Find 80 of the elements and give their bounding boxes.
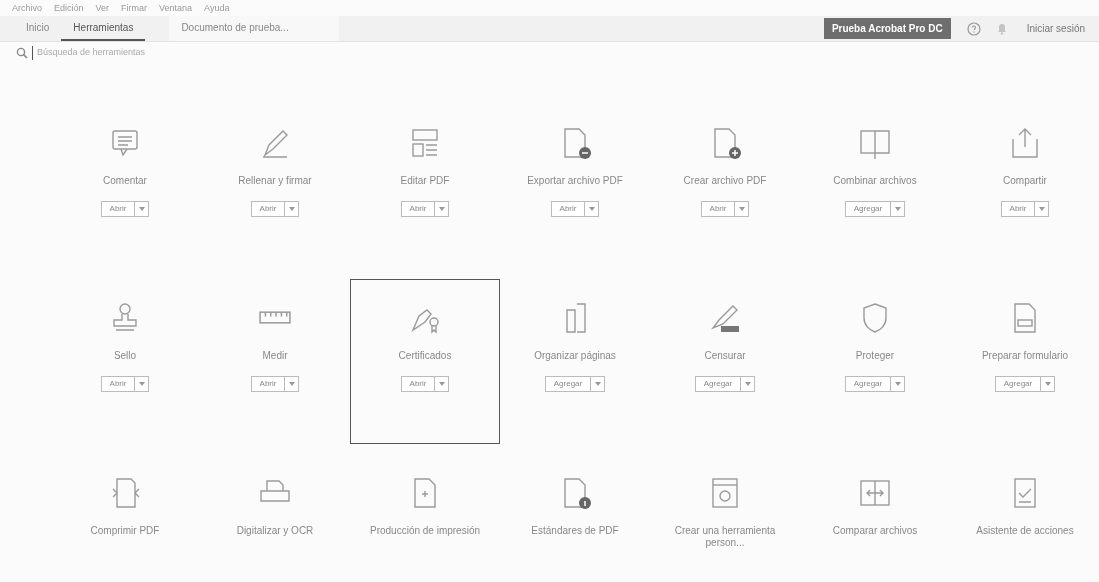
open-button[interactable]: Abrir	[400, 201, 436, 217]
dropdown-button[interactable]	[435, 376, 450, 392]
open-button[interactable]: Abrir	[100, 376, 136, 392]
dropdown-button[interactable]	[285, 376, 300, 392]
tool-label[interactable]: Comentar	[65, 175, 185, 187]
dropdown-button[interactable]	[741, 376, 756, 392]
caret-icon	[138, 207, 145, 211]
dropdown-button[interactable]	[1041, 376, 1056, 392]
caret-icon	[894, 207, 901, 211]
open-button[interactable]: Agregar	[844, 376, 892, 392]
dropdown-button[interactable]	[891, 376, 906, 392]
search-icon	[16, 47, 28, 59]
tool-label[interactable]: Certificados	[365, 350, 485, 362]
open-button[interactable]: Abrir	[700, 201, 736, 217]
tool-label[interactable]: Asistente de acciones	[965, 525, 1085, 537]
tool-label[interactable]: Editar PDF	[365, 175, 485, 187]
caret-icon	[744, 382, 751, 386]
tool-label[interactable]: Censurar	[665, 350, 785, 362]
tool-label[interactable]: Preparar formulario	[965, 350, 1085, 362]
open-button[interactable]: Abrir	[250, 376, 286, 392]
open-button[interactable]: Agregar	[694, 376, 742, 392]
dropdown-button[interactable]	[435, 201, 450, 217]
caret-icon	[894, 382, 901, 386]
caret-icon	[738, 207, 745, 211]
caret-icon	[138, 382, 145, 386]
dropdown-button[interactable]	[285, 201, 300, 217]
dropdown-button[interactable]	[891, 201, 906, 217]
tab[interactable]: Herramientas	[61, 16, 146, 41]
caret-icon	[1038, 207, 1045, 211]
open-button[interactable]: Agregar	[994, 376, 1042, 392]
tool-label[interactable]: Comparar archivos	[815, 525, 935, 537]
menu-item[interactable]: Ayuda	[204, 2, 230, 16]
search-field[interactable]: Búsqueda de herramientas	[32, 46, 232, 60]
caret-icon	[438, 207, 445, 211]
tool-label[interactable]: Exportar archivo PDF	[515, 175, 635, 187]
tool-label[interactable]: Producción de impresión	[365, 525, 485, 537]
open-button[interactable]: Abrir	[100, 201, 136, 217]
bell-icon[interactable]	[996, 22, 1007, 35]
caret-icon	[1044, 382, 1051, 386]
open-button[interactable]: Agregar	[544, 376, 592, 392]
menu-item[interactable]: Ventana	[159, 2, 193, 16]
dropdown-button[interactable]	[135, 201, 150, 217]
menu-item[interactable]: Firmar	[121, 2, 148, 16]
tool-label[interactable]: Sello	[65, 350, 185, 362]
tool-label[interactable]: Combinar archivos	[815, 175, 935, 187]
tab[interactable]: Inicio	[14, 16, 62, 41]
sign-in-link[interactable]: Iniciar sesión	[1026, 21, 1085, 36]
ruler-icon	[259, 311, 291, 324]
tool-label[interactable]: Estándares de PDF	[515, 525, 635, 537]
open-button[interactable]: Agregar	[844, 201, 892, 217]
tool-label[interactable]: Crear archivo PDF	[665, 175, 785, 187]
caret-icon	[288, 207, 295, 211]
dropdown-button[interactable]	[735, 201, 750, 217]
tool-label[interactable]: Rellenar y firmar	[215, 175, 335, 187]
open-button[interactable]: Abrir	[250, 201, 286, 217]
open-button[interactable]: Abrir	[550, 201, 586, 217]
open-button[interactable]: Abrir	[400, 376, 436, 392]
caret-icon	[594, 382, 601, 386]
menu-item[interactable]: Edición	[54, 2, 84, 16]
help-icon[interactable]	[966, 21, 981, 36]
menu-item[interactable]: Archivo	[12, 2, 42, 16]
tool-label[interactable]: Comprimir PDF	[65, 525, 185, 537]
tool-label[interactable]: Crear una herramienta person...	[665, 525, 785, 549]
caret-icon	[588, 207, 595, 211]
open-button[interactable]: Abrir	[1000, 201, 1036, 217]
tool-label[interactable]: Compartir	[965, 175, 1085, 187]
tool-label[interactable]: Digitalizar y OCR	[215, 525, 335, 537]
tool-label[interactable]: Medir	[215, 350, 335, 362]
dropdown-button[interactable]	[135, 376, 150, 392]
dropdown-button[interactable]	[585, 201, 600, 217]
focused-tool-tile[interactable]: Certificados Abrir	[350, 279, 500, 444]
caret-icon	[438, 382, 445, 386]
tool-label[interactable]: Organizar páginas	[515, 350, 635, 362]
trial-button[interactable]: Prueba Acrobat Pro DC	[823, 18, 951, 39]
tool-label[interactable]: Proteger	[815, 350, 935, 362]
dropdown-button[interactable]	[591, 376, 606, 392]
dropdown-button[interactable]	[1035, 201, 1050, 217]
menu-item[interactable]: Ver	[95, 2, 110, 16]
caret-icon	[288, 382, 295, 386]
tab[interactable]: Documento de prueba...	[169, 16, 340, 41]
